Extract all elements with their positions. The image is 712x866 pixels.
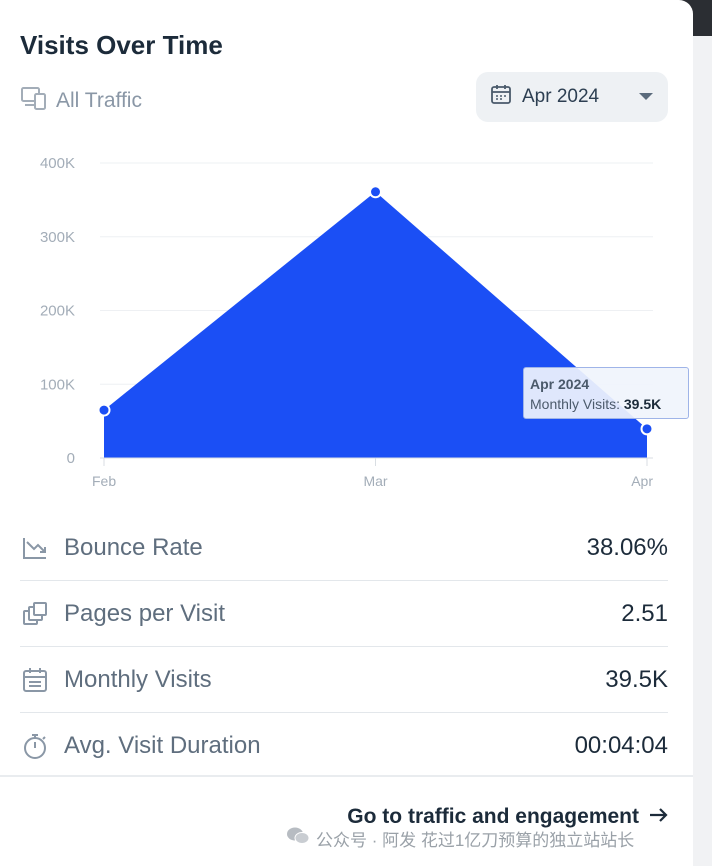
stopwatch-icon	[20, 731, 50, 761]
background-panel	[693, 36, 712, 866]
calendar-icon	[20, 665, 50, 695]
x-tick-label: Mar	[363, 473, 387, 489]
chevron-down-icon	[638, 86, 654, 108]
visits-area-chart: 0 100K 200K 300K 400K Feb Mar Apr	[40, 155, 654, 489]
watermark: 公众号 · 阿发 花过1亿刀预算的独立站站长	[286, 826, 634, 851]
metric-monthly-visits: Monthly Visits 39.5K	[20, 647, 668, 713]
trend-down-icon	[20, 533, 50, 563]
wechat-icon	[286, 826, 310, 851]
y-tick-label: 100K	[40, 376, 75, 393]
data-point	[369, 185, 382, 199]
footer-divider	[0, 775, 693, 777]
card-title: Visits Over Time	[20, 30, 223, 60]
calendar-icon	[490, 83, 512, 111]
tooltip-title: Apr 2024	[530, 376, 590, 392]
metric-value: 38.06%	[586, 533, 668, 561]
x-tick-label: Feb	[92, 473, 116, 489]
y-tick-label: 200K	[40, 303, 75, 320]
y-tick-label: 0	[67, 450, 75, 467]
metric-label: Pages per Visit	[64, 599, 225, 627]
metric-label: Avg. Visit Duration	[64, 731, 261, 759]
data-point	[640, 422, 654, 436]
watermark-text: 公众号 · 阿发 花过1亿刀预算的独立站站长	[316, 831, 635, 850]
y-tick-label: 300K	[40, 229, 75, 246]
metric-value: 00:04:04	[574, 731, 668, 759]
arrow-right-icon	[649, 805, 669, 829]
x-tick-label: Apr	[631, 473, 653, 489]
date-selector[interactable]: Apr 2024	[476, 72, 668, 122]
devices-icon	[20, 84, 48, 118]
y-tick-label: 400K	[40, 155, 75, 172]
metric-label: Monthly Visits	[64, 665, 212, 693]
metric-bounce-rate: Bounce Rate 38.06%	[20, 515, 668, 581]
traffic-filter: All Traffic	[20, 84, 142, 118]
metric-value: 2.51	[621, 599, 668, 627]
tooltip-label: Monthly Visits:	[530, 396, 620, 412]
filter-label: All Traffic	[56, 89, 142, 112]
metrics-list: Bounce Rate 38.06% Pages per Visit 2.51	[20, 515, 668, 778]
metric-pages-per-visit: Pages per Visit 2.51	[20, 581, 668, 647]
data-point	[97, 403, 111, 417]
metric-avg-visit-duration: Avg. Visit Duration 00:04:04	[20, 713, 668, 778]
chart-tooltip: Apr 2024 Monthly Visits: 39.5K	[523, 367, 689, 419]
tooltip-value: 39.5K	[623, 396, 662, 412]
pages-icon	[20, 599, 50, 629]
visits-over-time-card: Visits Over Time All Traffic Apr 2024 0 1…	[0, 0, 693, 866]
metric-label: Bounce Rate	[64, 533, 203, 561]
metric-value: 39.5K	[605, 665, 668, 693]
date-selector-label: Apr 2024	[522, 86, 600, 107]
